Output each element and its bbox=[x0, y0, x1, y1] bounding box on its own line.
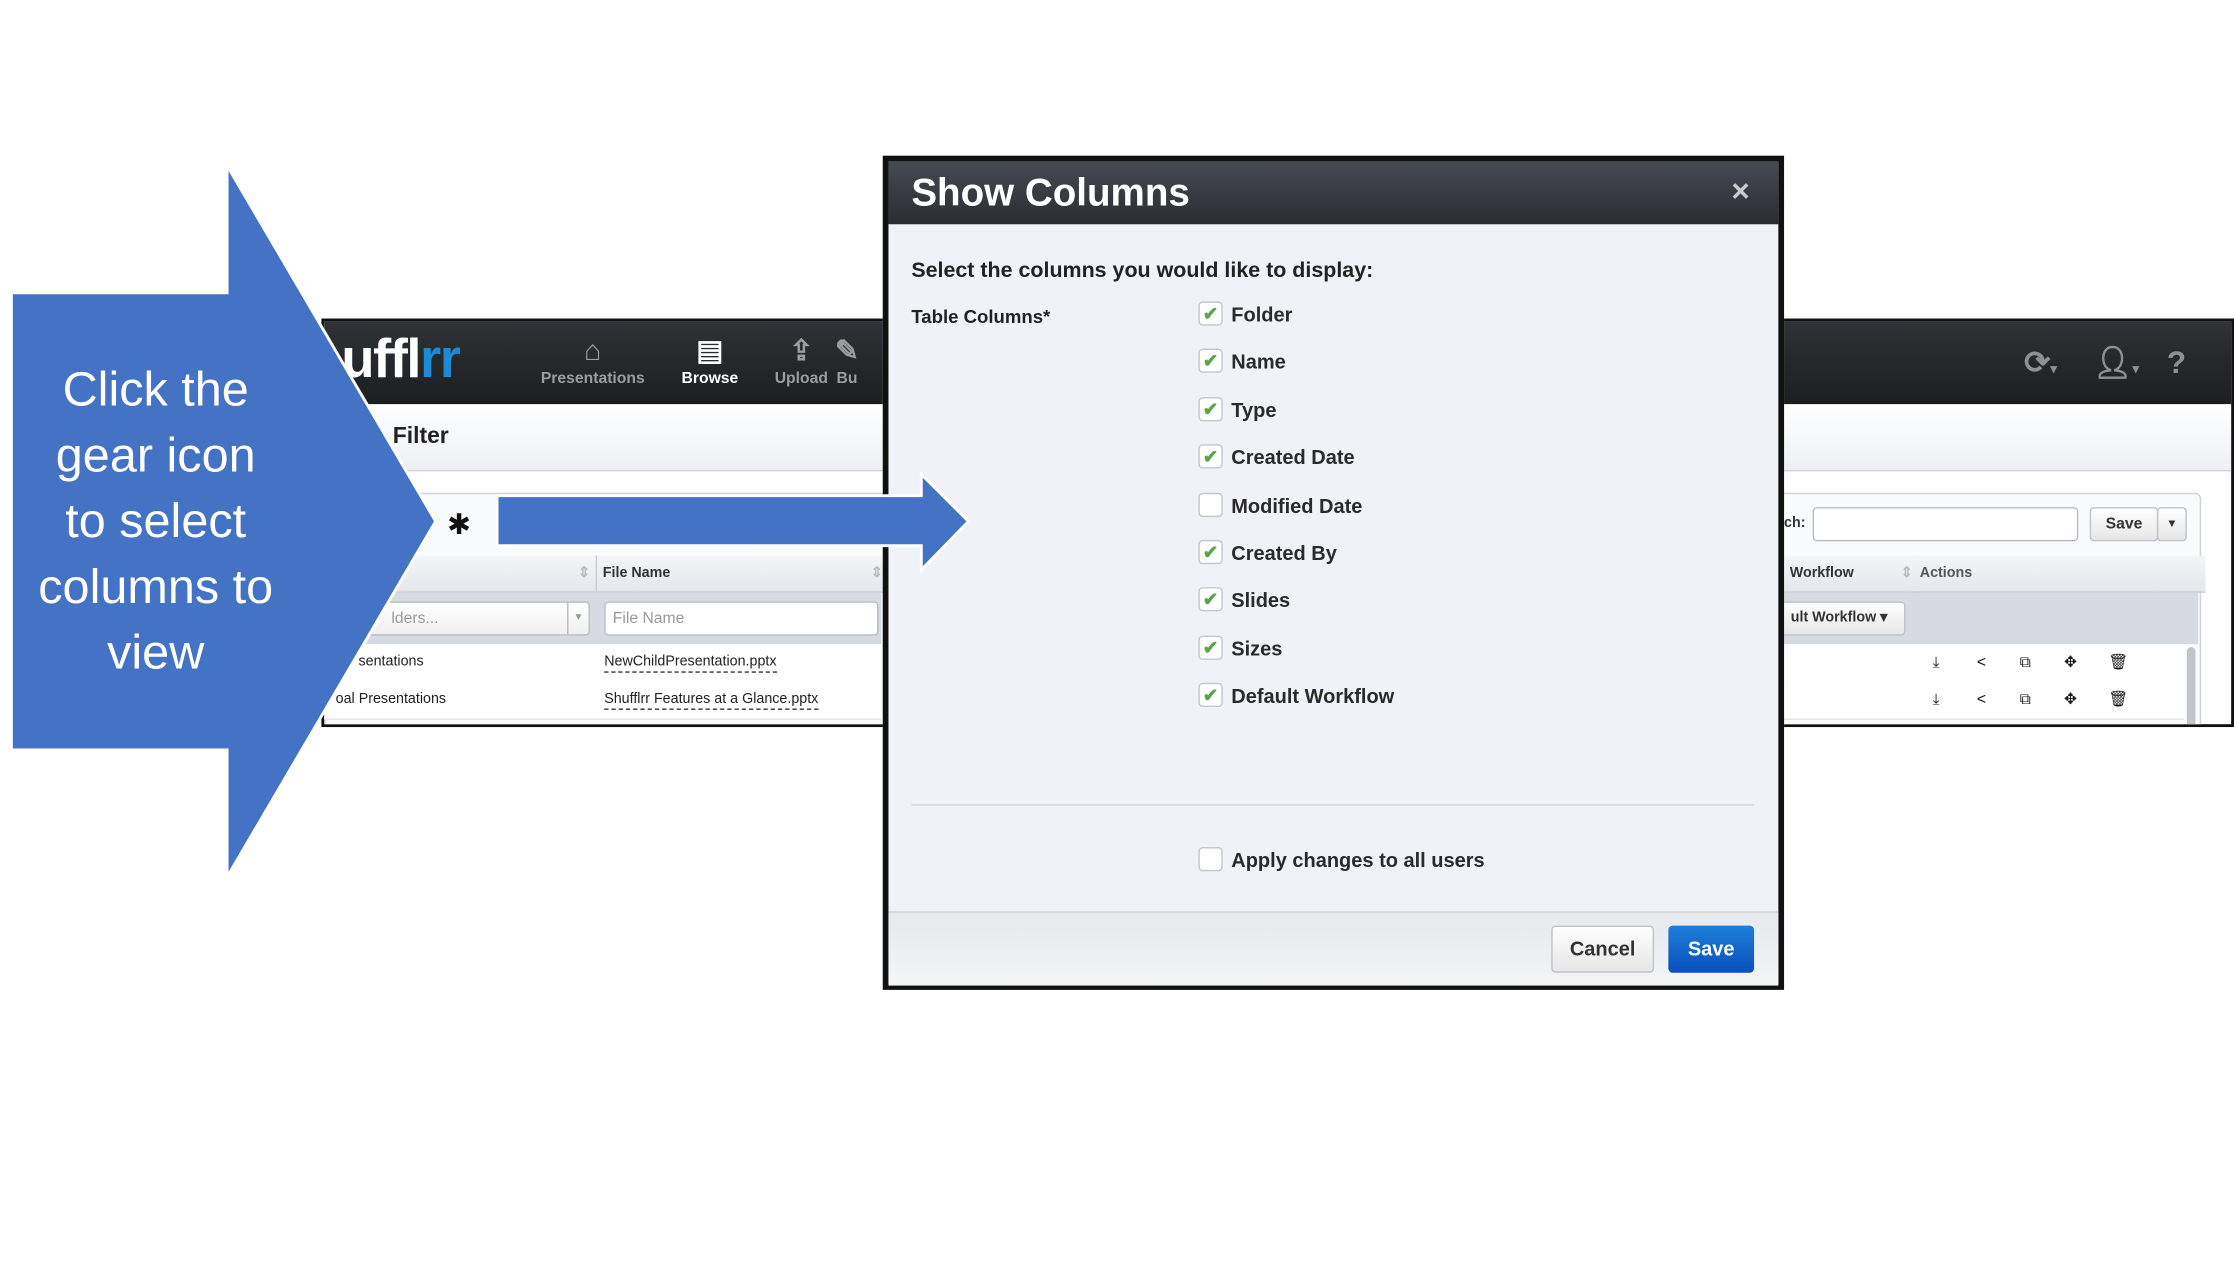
pointer-arrow bbox=[495, 470, 971, 574]
callout-arrows bbox=[9, 160, 971, 883]
callout-text: Click the gear icon to select columns to… bbox=[38, 362, 274, 680]
